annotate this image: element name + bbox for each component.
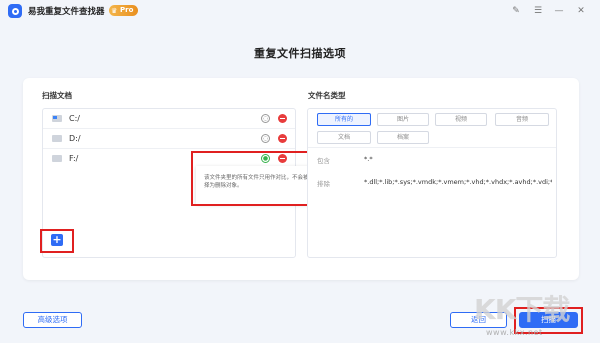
- drive-name: D:/: [69, 134, 81, 143]
- watermark-logo: KK下载 www.kkx.net: [474, 286, 600, 343]
- app-logo-icon: [8, 4, 22, 18]
- type-image-button[interactable]: 图片: [377, 113, 429, 126]
- highlight-box-tooltip: [191, 151, 317, 206]
- drive-row-c[interactable]: C:/ ◌: [43, 109, 295, 129]
- feedback-icon[interactable]: ✎: [510, 5, 522, 17]
- filter-section-label: 文件名类型: [308, 91, 346, 100]
- remove-drive-icon[interactable]: [278, 134, 287, 143]
- type-archive-button[interactable]: 档案: [377, 131, 429, 144]
- menu-icon[interactable]: ☰: [532, 5, 544, 17]
- os-drive-icon: [52, 115, 62, 122]
- exclude-label: 排除: [317, 180, 330, 188]
- include-field[interactable]: *.*: [364, 155, 373, 163]
- watermark-text: KK下载: [474, 293, 570, 326]
- drive-name: F:/: [69, 154, 79, 163]
- type-video-button[interactable]: 视频: [435, 113, 487, 126]
- drive-icon: [52, 135, 62, 142]
- app-title: 易我重复文件查找器: [28, 7, 105, 17]
- highlight-box-add: [40, 229, 74, 253]
- remove-drive-icon[interactable]: [278, 114, 287, 123]
- advanced-options-button[interactable]: 高级选项: [23, 312, 82, 328]
- page-title: 重复文件扫描选项: [254, 47, 346, 60]
- include-label: 包含: [317, 157, 330, 165]
- type-all-button[interactable]: 所有的: [317, 113, 371, 126]
- drive-icon: [52, 155, 62, 162]
- crown-icon: ♛: [111, 7, 118, 15]
- title-bar: 易我重复文件查找器 ♛ Pro ✎ ☰ — ✕: [0, 0, 600, 22]
- compare-only-toggle[interactable]: ◌: [261, 114, 270, 123]
- compare-only-toggle[interactable]: ◌: [261, 134, 270, 143]
- divider: [308, 147, 556, 148]
- type-document-button[interactable]: 文档: [317, 131, 371, 144]
- drive-name: C:/: [69, 114, 80, 123]
- type-audio-button[interactable]: 音频: [495, 113, 549, 126]
- drive-row-d[interactable]: D:/ ◌: [43, 129, 295, 149]
- exclude-field[interactable]: *.dll;*.lib;*.sys;*.vmdk;*.vmem;*.vhd;*.…: [364, 178, 552, 186]
- minimize-icon[interactable]: —: [553, 5, 565, 17]
- watermark-url: www.kkx.net: [486, 328, 543, 337]
- pro-badge: ♛ Pro: [109, 5, 139, 16]
- close-icon[interactable]: ✕: [575, 5, 587, 17]
- pro-badge-label: Pro: [120, 6, 134, 14]
- scan-section-label: 扫描文档: [42, 91, 72, 100]
